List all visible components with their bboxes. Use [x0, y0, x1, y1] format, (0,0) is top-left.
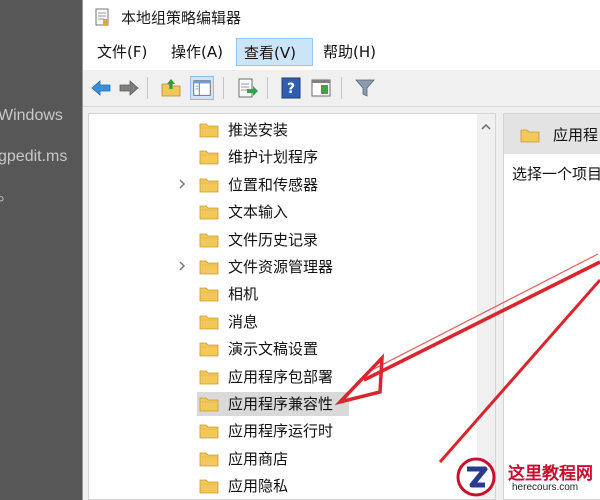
folder-icon	[199, 370, 219, 384]
tree-scrollbar[interactable]	[477, 114, 495, 499]
tree-item[interactable]: 应用商店	[89, 446, 469, 472]
menu-action[interactable]: 操作(A)	[165, 38, 229, 66]
menu-help[interactable]: 帮助(H)	[317, 38, 382, 66]
menu-view[interactable]: 查看(V)	[236, 38, 313, 66]
extended-view-icon[interactable]	[309, 76, 333, 100]
help-icon[interactable]: ?	[279, 76, 303, 100]
tree-item-label: 应用商店	[228, 449, 289, 468]
tree-item-label: 文件资源管理器	[228, 258, 334, 276]
chevron-right-icon[interactable]	[175, 259, 189, 273]
folder-icon	[199, 150, 219, 165]
tree-item-label: 演示文稿设置	[228, 340, 319, 359]
toolbar: ?	[83, 70, 600, 107]
folder-icon	[199, 397, 219, 412]
folder-icon	[199, 342, 219, 357]
tree-item[interactable]: 文本输入	[89, 199, 469, 225]
tree-item[interactable]: 相机	[89, 281, 469, 307]
tree-item[interactable]: 应用程序包部署	[89, 364, 469, 390]
folder-icon	[199, 315, 219, 330]
folder-icon	[199, 424, 219, 439]
toolbar-separator	[267, 77, 268, 99]
folder-icon	[199, 123, 219, 138]
toolbar-separator	[341, 77, 342, 99]
watermark-logo-icon	[456, 457, 496, 497]
tree-item[interactable]: 维护计划程序	[89, 144, 469, 170]
tree-item-label: 文本输入	[228, 203, 289, 222]
watermark-url: herecours.com	[512, 482, 579, 493]
tree-item-label: 维护计划程序	[228, 148, 319, 167]
tree-item[interactable]: 应用程序运行时	[89, 418, 469, 444]
menu-file[interactable]: 文件(F)	[91, 38, 153, 66]
tree-item-label: 应用程序运行时	[228, 422, 334, 441]
tree-item[interactable]: 演示文稿设置	[89, 336, 469, 362]
tree-item-label: 应用程序包部署	[228, 367, 334, 386]
toolbar-separator	[223, 77, 224, 99]
title-bar[interactable]: 本地组策略编辑器	[83, 0, 600, 34]
policy-editor-app-icon	[95, 8, 109, 26]
toolbar-separator	[147, 77, 148, 99]
menu-bar: 文件(F) 操作(A) 查看(V) 帮助(H)	[83, 34, 600, 70]
tree-item-label: 应用程序兼容性	[228, 395, 334, 413]
folder-icon	[199, 178, 219, 193]
tree-item[interactable]: 应用隐私	[89, 473, 469, 499]
tree-item[interactable]: 消息	[89, 309, 469, 335]
background-document: Windows gpedit.ms 。	[0, 0, 86, 500]
tree-item-label: 应用隐私	[228, 477, 289, 496]
site-watermark: 这里教程网 herecours.com	[452, 455, 600, 500]
folder-icon	[199, 233, 219, 247]
tree-item-label: 相机	[228, 285, 259, 304]
chevron-right-icon[interactable]	[175, 177, 189, 191]
show-hide-tree-icon[interactable]	[190, 76, 214, 100]
details-header: 应用程	[504, 114, 600, 154]
background-text-line: gpedit.ms	[0, 148, 68, 165]
background-text-line: 。	[0, 181, 14, 205]
folder-icon	[520, 129, 540, 143]
tree-item[interactable]: 文件历史记录	[89, 227, 469, 253]
folder-icon	[199, 205, 219, 220]
export-list-icon[interactable]	[235, 76, 259, 100]
details-description: 选择一个项目	[512, 165, 600, 183]
watermark-title: 这里教程网	[508, 464, 593, 484]
tree-item-label: 消息	[228, 312, 259, 331]
window-title: 本地组策略编辑器	[121, 9, 242, 27]
svg-text:?: ?	[287, 81, 295, 97]
filter-icon[interactable]	[353, 76, 377, 100]
scroll-up-icon[interactable]	[477, 118, 495, 136]
back-arrow-icon[interactable]	[89, 76, 113, 100]
tree-item-label: 文件历史记录	[228, 230, 319, 249]
folder-icon	[199, 287, 219, 302]
folder-icon	[199, 452, 219, 467]
up-folder-icon[interactable]	[159, 76, 183, 100]
folder-icon	[199, 479, 219, 494]
tree-item[interactable]: 位置和传感器	[89, 172, 469, 198]
tree-item[interactable]: 文件资源管理器	[89, 254, 469, 280]
details-header-label: 应用程	[553, 126, 599, 144]
folder-icon	[199, 260, 219, 275]
policy-tree-pane[interactable]: 推送安装维护计划程序 位置和传感器 文本输入文件历史记录 文件资源管理器 相机消息演示文…	[88, 113, 496, 500]
tree-item[interactable]: 应用程序兼容性	[89, 391, 469, 417]
background-text-line: Windows	[0, 107, 63, 124]
group-policy-editor-window: 本地组策略编辑器 文件(F) 操作(A) 查看(V) 帮助(H) ? 推送安装 …	[82, 0, 600, 500]
forward-arrow-icon[interactable]	[117, 76, 141, 100]
tree-item[interactable]: 推送安装	[89, 117, 469, 143]
tree-item-label: 推送安装	[228, 121, 289, 139]
details-pane: 应用程 选择一个项目	[503, 113, 600, 500]
tree-item-label: 位置和传感器	[228, 175, 319, 194]
